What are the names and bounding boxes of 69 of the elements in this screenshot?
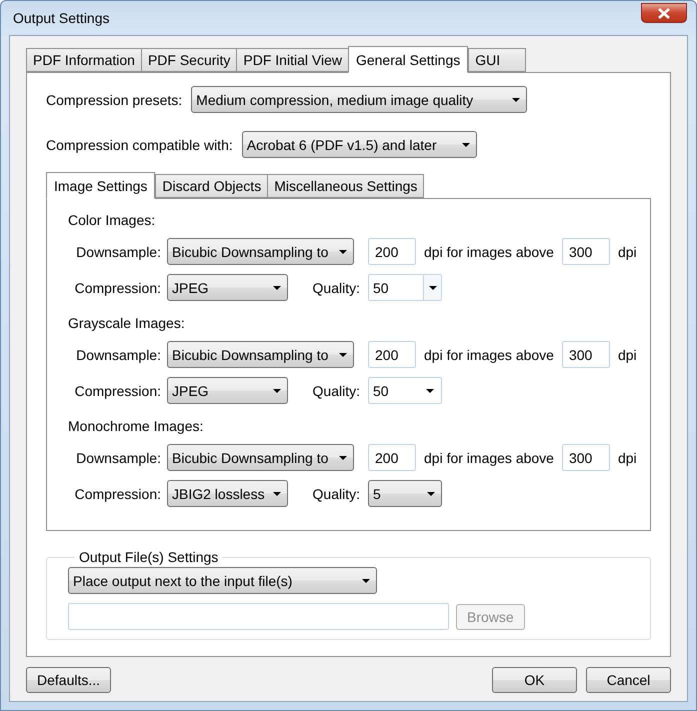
unit-label: dpi bbox=[618, 244, 637, 260]
field-label: Quality: bbox=[312, 486, 360, 502]
downsample-dropdown[interactable]: Bicubic Downsampling to bbox=[167, 238, 354, 265]
dropdown-arrow-icon bbox=[273, 286, 281, 290]
field-label: dpi for images above bbox=[424, 450, 554, 466]
dropdown-arrow-icon bbox=[339, 456, 347, 460]
output-location-dropdown[interactable]: Place output next to the input file(s) bbox=[68, 567, 377, 594]
quality-dropdown[interactable]: 50 bbox=[368, 274, 442, 301]
tab[interactable]: Image Settings bbox=[46, 172, 156, 199]
resolution-field[interactable]: 200 bbox=[368, 444, 416, 471]
dropdown-arrow-icon bbox=[273, 492, 281, 496]
close-button[interactable] bbox=[641, 3, 687, 23]
field-label: Compression: bbox=[74, 382, 161, 398]
resolution-field[interactable]: 200 bbox=[368, 238, 416, 265]
dropdown-arrow-icon bbox=[462, 142, 470, 146]
dropdown-arrow-icon bbox=[339, 250, 347, 254]
close-icon bbox=[658, 8, 670, 18]
field-label: Quality: bbox=[312, 280, 360, 296]
field-label: Downsample: bbox=[75, 450, 161, 466]
presets-label: Compression presets: bbox=[46, 92, 182, 108]
compression-dropdown[interactable]: JBIG2 lossless bbox=[167, 480, 288, 507]
group-title: Output File(s) Settings bbox=[78, 549, 220, 565]
output-path-field[interactable] bbox=[68, 603, 449, 630]
dropdown-arrow-icon bbox=[426, 388, 434, 392]
dropdown-arrow-icon bbox=[427, 492, 435, 496]
dialog-button[interactable]: Cancel bbox=[586, 667, 671, 693]
presets-dropdown[interactable]: Medium compression, medium image quality bbox=[191, 86, 528, 113]
field-label: Compression: bbox=[74, 486, 161, 502]
field-label: dpi for images above bbox=[424, 244, 554, 260]
compression-dropdown[interactable]: JPEG bbox=[167, 274, 288, 301]
field-label: Downsample: bbox=[75, 244, 161, 260]
downsample-dropdown[interactable]: Bicubic Downsampling to bbox=[167, 444, 354, 471]
defaults-button[interactable]: Defaults... bbox=[26, 667, 112, 693]
quality-dropdown[interactable]: 5 bbox=[368, 480, 442, 507]
field-label: Downsample: bbox=[75, 346, 161, 362]
tab[interactable]: PDF Information bbox=[26, 48, 142, 72]
tab[interactable]: PDF Security bbox=[140, 48, 238, 72]
tab[interactable]: PDF Initial View bbox=[236, 48, 349, 72]
quality-dropdown[interactable]: 50 bbox=[368, 377, 442, 404]
tab[interactable]: General Settings bbox=[348, 46, 468, 73]
threshold-field[interactable]: 300 bbox=[562, 238, 610, 265]
downsample-dropdown[interactable]: Bicubic Downsampling to bbox=[167, 341, 354, 368]
unit-label: dpi bbox=[618, 450, 637, 466]
field-label: Compression: bbox=[74, 280, 161, 296]
dropdown-button[interactable] bbox=[423, 275, 441, 300]
field-label: dpi for images above bbox=[424, 346, 554, 362]
dialog-button[interactable]: OK bbox=[492, 667, 577, 693]
tab[interactable]: GUI bbox=[468, 48, 526, 72]
dropdown-arrow-icon bbox=[512, 98, 520, 102]
threshold-field[interactable]: 300 bbox=[562, 341, 610, 368]
section-title: Color Images: bbox=[68, 212, 156, 228]
field-label: Quality: bbox=[312, 382, 360, 398]
section-title: Grayscale Images: bbox=[68, 315, 186, 331]
window-title: Output Settings bbox=[13, 10, 110, 26]
tab[interactable]: Discard Objects bbox=[155, 174, 268, 198]
dropdown-arrow-icon bbox=[428, 286, 436, 290]
combo-value: 50 bbox=[372, 382, 390, 398]
compatibility-dropdown[interactable]: Acrobat 6 (PDF v1.5) and later bbox=[242, 131, 477, 158]
compression-dropdown[interactable]: JPEG bbox=[167, 377, 288, 404]
dropdown-arrow-icon bbox=[339, 352, 347, 356]
combo-value: 50 bbox=[372, 280, 390, 296]
compatibility-label: Compression compatible with: bbox=[46, 136, 233, 152]
unit-label: dpi bbox=[618, 346, 637, 362]
tab[interactable]: Miscellaneous Settings bbox=[267, 174, 424, 198]
dropdown-arrow-icon bbox=[273, 388, 281, 392]
threshold-field[interactable]: 300 bbox=[562, 444, 610, 471]
section-title: Monochrome Images: bbox=[68, 418, 204, 434]
dropdown-arrow-icon bbox=[362, 578, 370, 582]
resolution-field[interactable]: 200 bbox=[368, 341, 416, 368]
